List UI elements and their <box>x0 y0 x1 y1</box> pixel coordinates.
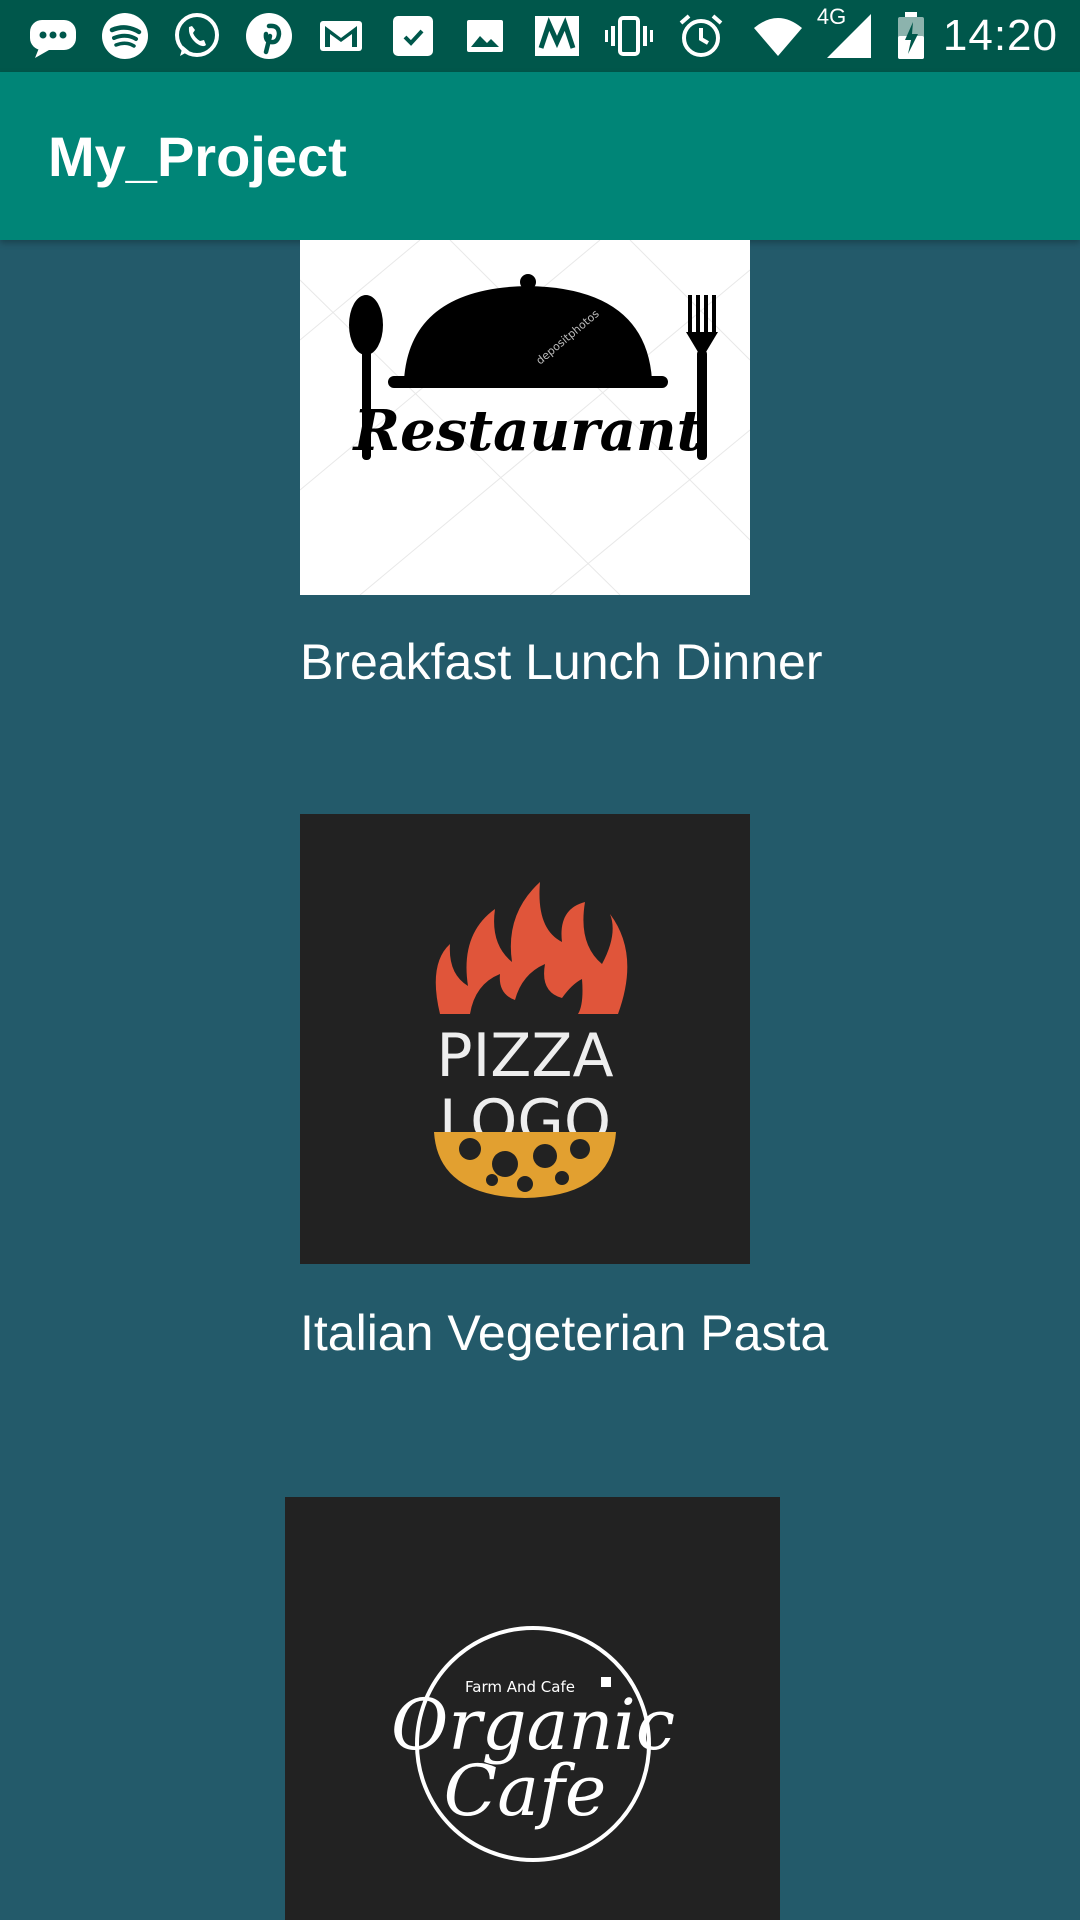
network-type-label: 4G <box>816 4 847 29</box>
item-image[interactable]: PIZZA LOGO <box>300 814 750 1264</box>
gallery-icon <box>458 10 512 62</box>
item-image[interactable]: Restaurant depositphotos <box>300 240 750 595</box>
pinterest-icon <box>242 10 296 62</box>
item-label: Italian Vegeterian Pasta <box>300 1305 829 1361</box>
vibrate-icon <box>602 10 656 62</box>
messages-icon <box>26 10 80 62</box>
whatsapp-icon <box>170 10 224 62</box>
battery-charging-icon <box>893 10 929 62</box>
pizza-logo-icon: PIZZA LOGO <box>434 882 628 1198</box>
clock: 14:20 <box>942 11 1058 60</box>
item-image[interactable]: Farm And Cafe Organic Cafe <box>285 1497 780 1920</box>
restaurant-logo-text: Restaurant <box>352 398 703 464</box>
app-title: My_Project <box>48 125 347 188</box>
spotify-icon <box>98 10 152 62</box>
signal-icon: 4G <box>817 4 879 62</box>
status-bar: 4G 14:20 <box>0 0 1080 72</box>
app-bar: My_Project <box>0 72 1080 240</box>
item-label: Breakfast Lunch Dinner <box>300 634 823 690</box>
gmail-icon <box>314 10 368 62</box>
pizza-logo-line1: PIZZA <box>436 1021 613 1091</box>
system-status: 4G 14:20 <box>751 4 1058 62</box>
organic-cafe-logo-icon: Farm And Cafe Organic Cafe <box>391 1626 675 1862</box>
cafe-logo-line2: Cafe <box>444 1750 607 1832</box>
app-icon <box>530 10 584 62</box>
restaurant-logo-icon: Restaurant depositphotos <box>300 240 750 595</box>
notification-icons <box>26 10 728 62</box>
tasks-icon <box>386 10 440 62</box>
wifi-icon <box>751 10 805 62</box>
alarm-icon <box>674 10 728 62</box>
